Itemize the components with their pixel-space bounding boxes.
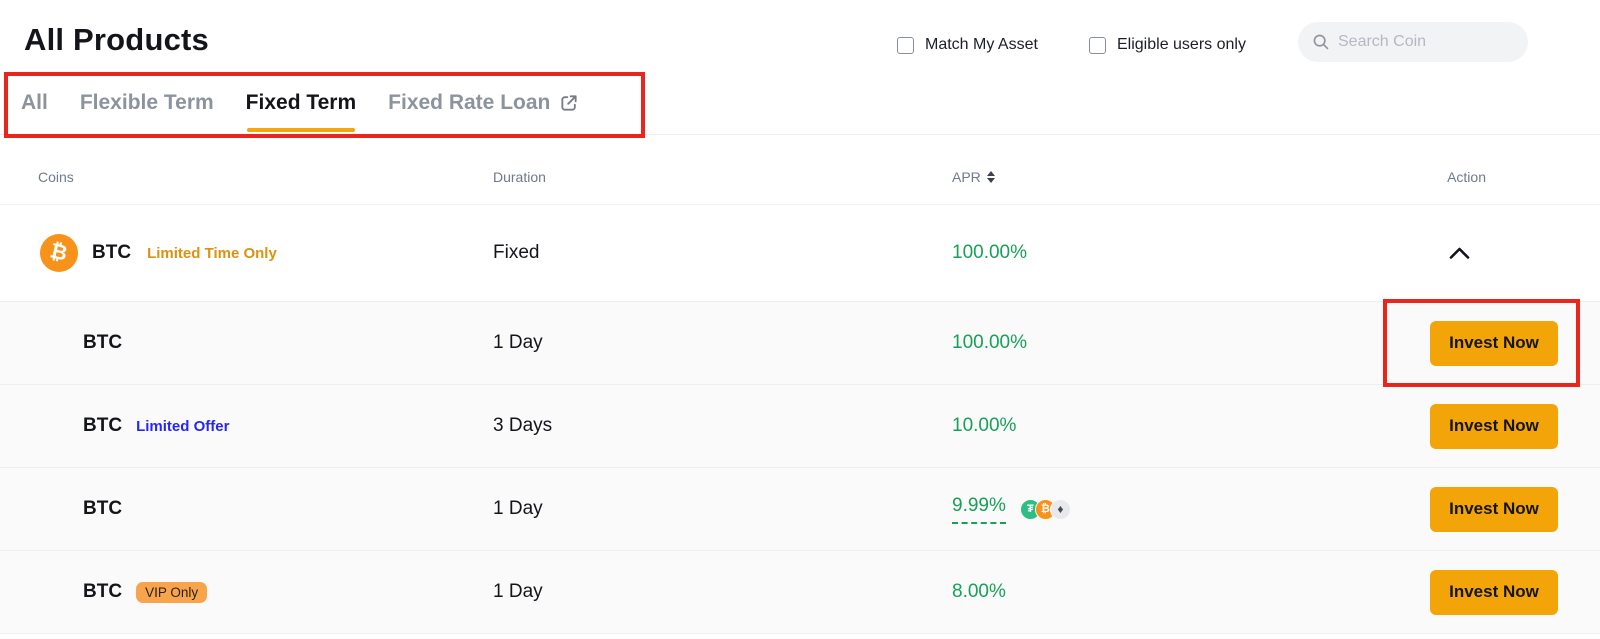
col-header-duration: Duration — [493, 169, 952, 185]
table-row: BTC Limited Offer 3 Days 10.00% Invest N… — [0, 385, 1600, 468]
table-row: BTC VIP Only 1 Day 8.00% Invest Now — [0, 551, 1600, 634]
collapse-row-button[interactable] — [1445, 243, 1474, 263]
duration-value: 1 Day — [493, 498, 952, 520]
duration-value: Fixed — [493, 242, 952, 264]
col-header-action: Action — [1430, 169, 1600, 185]
apr-value: 100.00% — [952, 332, 1027, 354]
tab-fixed-term[interactable]: Fixed Term — [246, 91, 356, 115]
tab-fixed-rate-loan[interactable]: Fixed Rate Loan — [388, 91, 579, 115]
tab-all[interactable]: All — [21, 91, 48, 115]
bonus-coins: ₮ ₿ ♦ — [1020, 499, 1071, 520]
col-header-apr-sort[interactable]: APR — [952, 169, 995, 185]
search-icon — [1312, 33, 1330, 51]
coin-name: BTC — [83, 498, 122, 520]
invest-now-button[interactable]: Invest Now — [1430, 570, 1558, 615]
col-header-coins: Coins — [24, 169, 493, 185]
tabs-divider — [0, 134, 1600, 135]
chevron-up-icon — [1449, 247, 1470, 259]
vip-only-badge: VIP Only — [136, 582, 207, 603]
apr-value: 8.00% — [952, 581, 1006, 603]
invest-now-button[interactable]: Invest Now — [1430, 487, 1558, 532]
coin-name: BTC — [83, 581, 122, 603]
tab-flexible-term[interactable]: Flexible Term — [80, 91, 214, 115]
eligible-users-label: Eligible users only — [1117, 36, 1246, 54]
coin-name: BTC — [83, 332, 122, 354]
match-my-asset-label: Match My Asset — [925, 36, 1038, 54]
apr-value: 100.00% — [952, 242, 1027, 264]
table-row: BTC 1 Day 100.00% Invest Now — [0, 302, 1600, 385]
apr-value-tooltip[interactable]: 9.99% — [952, 495, 1006, 524]
table-header-row: Coins Duration APR Action — [0, 150, 1600, 205]
duration-value: 1 Day — [493, 581, 952, 603]
table-row: ₿ BTC Limited Time Only Fixed 100.00% — [0, 205, 1600, 302]
table-row: BTC 1 Day 9.99% ₮ ₿ ♦ Invest Now — [0, 468, 1600, 551]
eth-icon: ♦ — [1050, 499, 1071, 520]
coin-name: BTC — [92, 242, 131, 264]
apr-value: 10.00% — [952, 415, 1016, 437]
external-link-icon — [559, 93, 579, 113]
eligible-users-filter: Eligible users only — [1089, 36, 1246, 54]
product-tabs: All Flexible Term Fixed Term Fixed Rate … — [21, 91, 579, 115]
invest-now-button[interactable]: Invest Now — [1430, 321, 1558, 366]
sort-icon — [987, 171, 995, 183]
search-coin-input[interactable] — [1338, 33, 1514, 51]
limited-time-only-badge: Limited Time Only — [147, 245, 277, 262]
page-title: All Products — [24, 22, 209, 58]
products-table: Coins Duration APR Action ₿ BTC Limited … — [0, 150, 1600, 634]
eligible-users-checkbox[interactable] — [1089, 37, 1106, 54]
search-coin-box — [1298, 22, 1528, 62]
limited-offer-badge: Limited Offer — [136, 418, 229, 435]
coin-name: BTC — [83, 415, 122, 437]
invest-now-button[interactable]: Invest Now — [1430, 404, 1558, 449]
btc-coin-icon: ₿ — [40, 234, 78, 272]
match-my-asset-filter: Match My Asset — [897, 36, 1038, 54]
match-my-asset-checkbox[interactable] — [897, 37, 914, 54]
duration-value: 3 Days — [493, 415, 952, 437]
all-products-page: All Products Match My Asset Eligible use… — [0, 0, 1600, 639]
duration-value: 1 Day — [493, 332, 952, 354]
